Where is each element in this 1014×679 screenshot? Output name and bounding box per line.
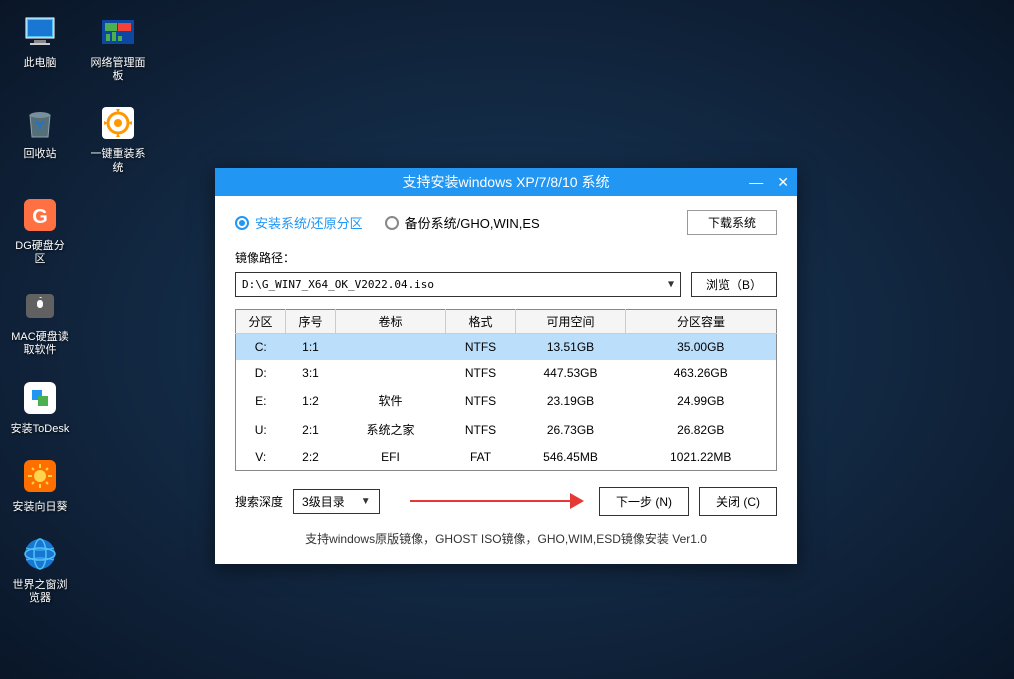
radio-install-restore[interactable]: 安装系统/还原分区 bbox=[235, 213, 363, 232]
desktop-icon-dg-partition[interactable]: G DG硬盘分区 bbox=[10, 193, 70, 266]
sunflower-icon bbox=[18, 454, 62, 498]
table-row[interactable]: V:2:2EFIFAT546.45MB1021.22MB bbox=[236, 444, 777, 471]
table-cell: 24.99GB bbox=[626, 386, 777, 415]
table-cell bbox=[336, 334, 446, 361]
table-cell: 2:1 bbox=[286, 415, 336, 444]
search-depth-label: 搜索深度 bbox=[235, 493, 283, 510]
table-cell: 1021.22MB bbox=[626, 444, 777, 471]
table-cell: NTFS bbox=[446, 386, 516, 415]
close-button[interactable]: ✕ bbox=[777, 175, 789, 189]
icon-label: 此电脑 bbox=[24, 57, 57, 70]
table-cell: NTFS bbox=[446, 360, 516, 386]
table-cell: 2:2 bbox=[286, 444, 336, 471]
table-cell: 463.26GB bbox=[626, 360, 777, 386]
icon-label: 世界之窗浏览器 bbox=[10, 579, 70, 605]
desktop-icon-browser[interactable]: 世界之窗浏览器 bbox=[10, 532, 70, 605]
table-cell: EFI bbox=[336, 444, 446, 471]
table-cell: C: bbox=[236, 334, 286, 361]
reinstall-icon bbox=[96, 101, 140, 145]
desktop-icon-mac-reader[interactable]: MAC硬盘读取软件 bbox=[10, 284, 70, 357]
icon-label: MAC硬盘读取软件 bbox=[10, 331, 70, 357]
chevron-down-icon: ▼ bbox=[361, 496, 371, 507]
footer-text: 支持windows原版镜像，GHOST ISO镜像，GHO,WIM,ESD镜像安… bbox=[235, 530, 777, 547]
annotation-arrow bbox=[390, 490, 589, 514]
col-partition: 分区 bbox=[236, 310, 286, 334]
table-row[interactable]: U:2:1系统之家NTFS26.73GB26.82GB bbox=[236, 415, 777, 444]
table-cell: NTFS bbox=[446, 334, 516, 361]
minimize-button[interactable]: — bbox=[749, 175, 763, 189]
browse-button[interactable]: 浏览（B） bbox=[691, 272, 777, 297]
table-cell: E: bbox=[236, 386, 286, 415]
todesk-icon bbox=[18, 376, 62, 420]
table-row[interactable]: E:1:2软件NTFS23.19GB24.99GB bbox=[236, 386, 777, 415]
col-seq: 序号 bbox=[286, 310, 336, 334]
table-cell bbox=[336, 360, 446, 386]
table-cell: 546.45MB bbox=[516, 444, 626, 471]
titlebar[interactable]: 支持安装windows XP/7/8/10 系统 — ✕ bbox=[215, 168, 797, 196]
table-cell: NTFS bbox=[446, 415, 516, 444]
close-action-button[interactable]: 关闭 (C) bbox=[699, 487, 777, 516]
table-cell: D: bbox=[236, 360, 286, 386]
table-cell: 26.73GB bbox=[516, 415, 626, 444]
depth-value: 3级目录 bbox=[302, 493, 345, 510]
radio-backup[interactable]: 备份系统/GHO,WIN,ES bbox=[385, 213, 540, 232]
desktop-icon-recycle-bin[interactable]: 回收站 bbox=[10, 101, 70, 174]
icon-label: 回收站 bbox=[24, 148, 57, 161]
table-cell: 26.82GB bbox=[626, 415, 777, 444]
radio-icon bbox=[385, 216, 399, 230]
installer-dialog: 支持安装windows XP/7/8/10 系统 — ✕ 安装系统/还原分区 备… bbox=[215, 168, 797, 564]
radio-icon bbox=[235, 216, 249, 230]
radio-label: 安装系统/还原分区 bbox=[255, 213, 363, 232]
mac-icon bbox=[18, 284, 62, 328]
table-cell: 1:1 bbox=[286, 334, 336, 361]
pc-icon bbox=[18, 10, 62, 54]
desktop-icon-sunflower[interactable]: 安装向日葵 bbox=[10, 454, 70, 514]
desktop-icon-reinstall[interactable]: 一键重装系统 bbox=[88, 101, 148, 174]
desktop-icon-todesk[interactable]: 安装ToDesk bbox=[10, 376, 70, 436]
panel-icon bbox=[96, 10, 140, 54]
col-label: 卷标 bbox=[336, 310, 446, 334]
table-cell: 1:2 bbox=[286, 386, 336, 415]
dg-icon: G bbox=[18, 193, 62, 237]
chevron-down-icon: ▼ bbox=[668, 279, 674, 290]
table-row[interactable]: C:1:1 NTFS13.51GB35.00GB bbox=[236, 334, 777, 361]
browser-icon bbox=[18, 532, 62, 576]
image-path-label: 镜像路径： bbox=[235, 249, 777, 266]
icon-label: 安装向日葵 bbox=[13, 501, 68, 514]
table-cell: 447.53GB bbox=[516, 360, 626, 386]
recycle-icon bbox=[18, 101, 62, 145]
col-format: 格式 bbox=[446, 310, 516, 334]
image-path-dropdown[interactable]: D:\G_WIN7_X64_OK_V2022.04.iso ▼ bbox=[235, 272, 681, 297]
desktop-icon-network-panel[interactable]: 网络管理面板 bbox=[88, 10, 148, 83]
path-value: D:\G_WIN7_X64_OK_V2022.04.iso bbox=[242, 278, 434, 291]
table-row[interactable]: D:3:1 NTFS447.53GB463.26GB bbox=[236, 360, 777, 386]
table-cell: 系统之家 bbox=[336, 415, 446, 444]
table-header-row: 分区 序号 卷标 格式 可用空间 分区容量 bbox=[236, 310, 777, 334]
desktop-icons-area: 此电脑 网络管理面板 回收站 一键重装系统 bbox=[10, 10, 148, 605]
icon-label: 安装ToDesk bbox=[11, 423, 70, 436]
download-system-button[interactable]: 下载系统 bbox=[687, 210, 777, 235]
svg-text:G: G bbox=[32, 206, 48, 228]
table-cell: FAT bbox=[446, 444, 516, 471]
col-capacity: 分区容量 bbox=[626, 310, 777, 334]
col-free: 可用空间 bbox=[516, 310, 626, 334]
table-cell: 3:1 bbox=[286, 360, 336, 386]
radio-label: 备份系统/GHO,WIN,ES bbox=[405, 213, 540, 232]
table-cell: 13.51GB bbox=[516, 334, 626, 361]
icon-label: 一键重装系统 bbox=[88, 148, 148, 174]
table-cell: 软件 bbox=[336, 386, 446, 415]
table-cell: 23.19GB bbox=[516, 386, 626, 415]
window-title: 支持安装windows XP/7/8/10 系统 bbox=[403, 172, 610, 192]
next-button[interactable]: 下一步 (N) bbox=[599, 487, 689, 516]
icon-label: DG硬盘分区 bbox=[10, 240, 70, 266]
table-cell: V: bbox=[236, 444, 286, 471]
table-cell: U: bbox=[236, 415, 286, 444]
desktop-icon-this-pc[interactable]: 此电脑 bbox=[10, 10, 70, 83]
search-depth-select[interactable]: 3级目录 ▼ bbox=[293, 489, 380, 514]
icon-label: 网络管理面板 bbox=[88, 57, 148, 83]
table-cell: 35.00GB bbox=[626, 334, 777, 361]
partition-table: 分区 序号 卷标 格式 可用空间 分区容量 C:1:1NTFS13.51GB35… bbox=[235, 309, 777, 471]
